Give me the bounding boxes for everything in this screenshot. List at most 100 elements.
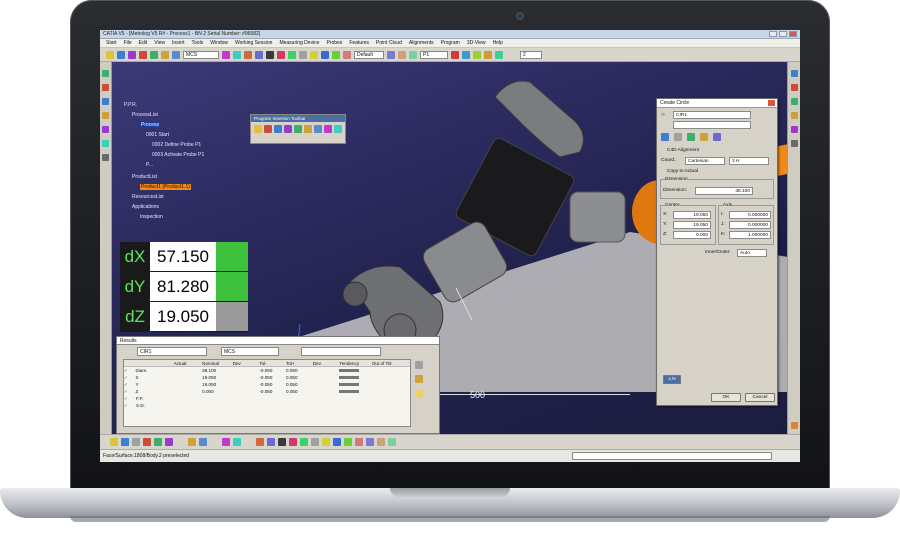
bottom-hide-icon[interactable] <box>344 438 352 446</box>
table-row[interactable]: ✓ Y 19.050 -0.050 0.050 <box>124 381 410 388</box>
menu-start[interactable]: Start <box>106 40 124 46</box>
left-tool-4-icon[interactable] <box>102 112 109 119</box>
right-tool-6-icon[interactable] <box>791 140 798 147</box>
left-tool-2-icon[interactable] <box>102 84 109 91</box>
maximize-button[interactable] <box>779 31 787 37</box>
tree-process-list[interactable]: ProcessList <box>132 112 158 118</box>
left-tool-3-icon[interactable] <box>102 98 109 105</box>
right-tool-3-icon[interactable] <box>791 98 798 105</box>
plane-icon[interactable] <box>255 50 263 59</box>
bottom-shading-icon[interactable] <box>333 438 341 446</box>
program-measure-icon[interactable] <box>284 125 292 133</box>
menu-edit[interactable]: Edit <box>139 40 155 46</box>
line-icon[interactable] <box>299 50 307 59</box>
center-x-input[interactable]: 19.050 <box>673 211 711 219</box>
circle-name-select[interactable]: CIR1 <box>673 111 751 119</box>
table-row[interactable]: ✓ X 19.050 -0.050 0.050 <box>124 374 410 381</box>
right-tool-2-icon[interactable] <box>791 84 798 91</box>
table-row[interactable]: ✓ Diam. 38.100 -0.050 0.050 <box>124 367 410 374</box>
circle-sub-select[interactable] <box>673 121 751 129</box>
bottom-iso-view-icon[interactable] <box>322 438 330 446</box>
bottom-cut-icon[interactable] <box>143 438 151 446</box>
results-export-icon[interactable] <box>415 375 423 383</box>
center-y-input[interactable]: 19.050 <box>673 221 711 229</box>
layer-icon[interactable] <box>387 50 395 59</box>
bottom-material-icon[interactable] <box>377 438 385 446</box>
render-icon[interactable] <box>398 50 406 59</box>
tree-op-define-probe[interactable]: 0002 Define Probe P1 <box>152 142 201 148</box>
table-row[interactable]: ✓ Z 0.000 -0.050 0.050 <box>124 388 410 395</box>
point-icon[interactable] <box>172 50 180 59</box>
bottom-print-icon[interactable] <box>132 438 140 446</box>
axis-i-input[interactable]: 0.000000 <box>729 211 771 219</box>
minimize-button[interactable] <box>769 31 777 37</box>
slot-icon[interactable] <box>332 50 340 59</box>
bottom-normal-view-icon[interactable] <box>311 438 319 446</box>
right-tool-1-icon[interactable] <box>791 70 798 77</box>
menu-3d-view[interactable]: 3D-View <box>467 40 493 46</box>
menu-features[interactable]: Features <box>349 40 376 46</box>
menu-help[interactable]: Help <box>493 40 510 46</box>
tree-product[interactable]: Product1 (Product1.1) <box>140 184 191 190</box>
grid-icon[interactable] <box>233 50 241 59</box>
bottom-swap-icon[interactable] <box>355 438 363 446</box>
tree-op-start[interactable]: 0001 Start <box>146 132 169 138</box>
cylinder-icon[interactable] <box>288 50 296 59</box>
bottom-redo-icon[interactable] <box>199 438 207 446</box>
left-tool-6-icon[interactable] <box>102 140 109 147</box>
bottom-comment-icon[interactable] <box>233 438 241 446</box>
program-loop-icon[interactable] <box>304 125 312 133</box>
menu-insert[interactable]: Insert <box>172 40 192 46</box>
right-tool-4-icon[interactable] <box>791 112 798 119</box>
program-report-icon[interactable] <box>324 125 332 133</box>
bottom-zoom-in-icon[interactable] <box>289 438 297 446</box>
tree-inspection[interactable]: Inspection <box>140 214 163 220</box>
menu-program[interactable]: Program <box>441 40 467 46</box>
program-wait-icon[interactable] <box>314 125 322 133</box>
menu-point-cloud[interactable]: Point Cloud <box>376 40 409 46</box>
feature-icon[interactable] <box>161 50 169 59</box>
tab-feature-icon[interactable] <box>661 133 669 141</box>
cancel-button[interactable]: Cancel <box>745 393 775 402</box>
probe-icon[interactable] <box>139 50 147 59</box>
menu-file[interactable]: File <box>124 40 139 46</box>
results-report-icon[interactable] <box>415 389 423 397</box>
bottom-pan-icon[interactable] <box>267 438 275 446</box>
coord-select[interactable]: Cartesian <box>685 157 725 165</box>
dimension-input[interactable]: 38.100 <box>695 187 753 195</box>
bottom-formula-icon[interactable] <box>222 438 230 446</box>
stop-icon[interactable] <box>451 50 459 59</box>
command-input[interactable] <box>572 452 772 460</box>
menu-tools[interactable]: Tools <box>192 40 211 46</box>
bottom-open-icon[interactable] <box>110 438 118 446</box>
menu-probes[interactable]: Probes <box>326 40 349 46</box>
tree-root[interactable]: P.P.R. <box>124 102 137 108</box>
menu-working-session[interactable]: Working Session <box>235 40 279 46</box>
program-align-icon[interactable] <box>294 125 302 133</box>
align-icon[interactable] <box>150 50 158 59</box>
tree-op-more[interactable]: P... <box>146 162 153 168</box>
cloud-icon[interactable] <box>495 50 503 59</box>
sim-icon[interactable] <box>484 50 492 59</box>
results-feature-select[interactable]: CIR1 <box>137 347 207 356</box>
count-select[interactable]: 2 <box>520 50 542 59</box>
step-icon[interactable] <box>473 50 481 59</box>
cube-icon[interactable] <box>244 50 252 59</box>
right-tool-5-icon[interactable] <box>791 126 798 133</box>
bottom-zoom-out-icon[interactable] <box>300 438 308 446</box>
menu-measuring-device[interactable]: Measuring Device <box>279 40 326 46</box>
program-end-icon[interactable] <box>334 125 342 133</box>
c4d-alignment-checkbox[interactable]: C4D Alignment <box>667 147 699 154</box>
inner-outer-select[interactable]: Auto <box>737 249 767 257</box>
dialog-close-button[interactable] <box>768 100 775 106</box>
bottom-rotate-icon[interactable] <box>278 438 286 446</box>
table-row[interactable]: ✓ F.F. <box>124 395 410 402</box>
default-select[interactable]: Default <box>354 50 384 59</box>
coord-unit-select[interactable]: 3 H <box>729 157 769 165</box>
axis-j-input[interactable]: 0.000000 <box>729 221 771 229</box>
bottom-copy-icon[interactable] <box>154 438 162 446</box>
menu-view[interactable]: View <box>154 40 172 46</box>
circle-icon[interactable] <box>277 50 285 59</box>
center-z-input[interactable]: 0.000 <box>673 231 711 239</box>
left-tool-7-icon[interactable] <box>102 154 109 161</box>
